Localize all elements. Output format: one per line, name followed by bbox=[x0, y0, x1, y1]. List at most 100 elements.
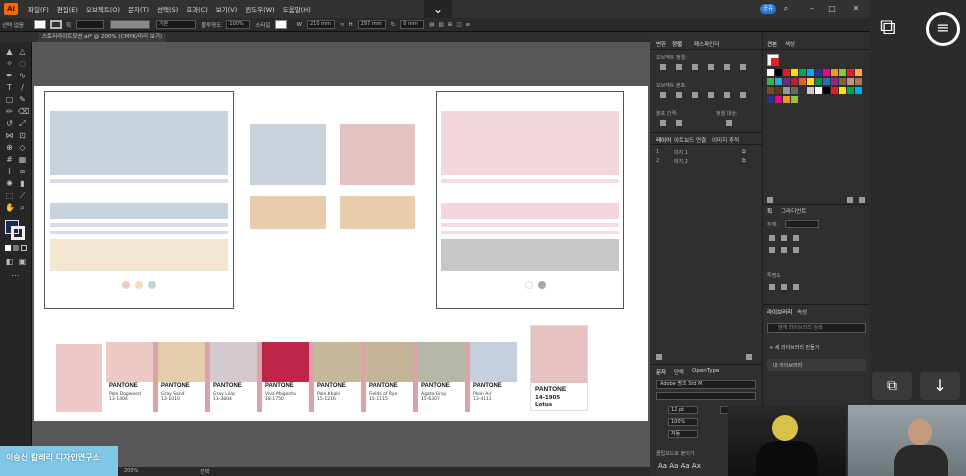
rectangle-tool-icon[interactable]: □ bbox=[5, 95, 14, 104]
tracking-field[interactable]: 자동 bbox=[668, 430, 698, 438]
library-search-input[interactable]: 현재 라이브러리 검색 bbox=[767, 323, 866, 333]
my-library-item[interactable]: 내 라이브러리 bbox=[767, 359, 866, 371]
swatch-cell[interactable] bbox=[823, 69, 830, 76]
menu-window[interactable]: 윈도우(W) bbox=[241, 4, 278, 14]
swatch-cell[interactable] bbox=[775, 87, 782, 94]
magic-wand-tool-icon[interactable]: ✧ bbox=[5, 59, 14, 68]
swatch-cell[interactable] bbox=[839, 78, 846, 85]
color-bar[interactable] bbox=[50, 231, 228, 234]
tab-libraries[interactable]: 라이브러리 bbox=[767, 308, 792, 316]
menu-view[interactable]: 보기(V) bbox=[212, 4, 241, 14]
font-family-field[interactable]: Adobe 명조 Std M bbox=[656, 380, 756, 389]
document-tab[interactable]: 스토리라이트모션.ai* @ 200% (CMYK/미리 보기) bbox=[38, 33, 167, 42]
pantone-card[interactable]: PANTONE Viva Magenta 18-1750 bbox=[262, 342, 309, 412]
delete-swatch-icon[interactable] bbox=[859, 197, 865, 203]
shape-builder-tool-icon[interactable]: ⊕ bbox=[5, 143, 14, 152]
page-dot[interactable] bbox=[122, 281, 130, 289]
align-left-icon[interactable] bbox=[660, 64, 666, 70]
direct-selection-tool-icon[interactable]: △ bbox=[18, 47, 27, 56]
swatch-rect[interactable] bbox=[250, 196, 326, 229]
slice-tool-icon[interactable]: ⟋ bbox=[18, 191, 27, 200]
pantone-card[interactable]: PANTONE Fields of Rye 15-1115 bbox=[366, 342, 413, 412]
pantone-card[interactable]: PANTONE Pale Khaki 15-1216 bbox=[314, 342, 361, 412]
swatch-cell[interactable] bbox=[815, 69, 822, 76]
swatch-grid[interactable] bbox=[767, 69, 867, 105]
edit-toolbar-icon[interactable]: ⋯ bbox=[11, 271, 20, 280]
layer-options-icon[interactable]: ⧉ bbox=[742, 158, 746, 164]
spacing-vertical-icon[interactable] bbox=[660, 120, 666, 126]
swatch-cell[interactable] bbox=[791, 87, 798, 94]
pen-tool-icon[interactable]: ✒ bbox=[5, 71, 14, 80]
cap-round-icon[interactable] bbox=[781, 235, 787, 241]
tab-artboards[interactable]: 아트보드 bbox=[674, 136, 694, 144]
lead-swatch[interactable] bbox=[56, 344, 102, 412]
tab-stroke[interactable]: 획 bbox=[767, 207, 772, 215]
swatch-cell[interactable] bbox=[775, 78, 782, 85]
stroke-weight-input[interactable] bbox=[785, 220, 819, 228]
swatch-cell[interactable] bbox=[767, 96, 774, 103]
align-right-icon[interactable] bbox=[692, 64, 698, 70]
menu-object[interactable]: 오브젝트(O) bbox=[82, 4, 124, 14]
swatch-cell[interactable] bbox=[839, 87, 846, 94]
swatch-cell[interactable] bbox=[767, 69, 774, 76]
style-swatch[interactable] bbox=[274, 20, 287, 29]
swatch-cell[interactable] bbox=[767, 87, 774, 94]
menu-help[interactable]: 도움말(H) bbox=[279, 4, 315, 14]
gradient-tool-icon[interactable]: ▦ bbox=[18, 155, 27, 164]
selection-tool-icon[interactable]: ▲ bbox=[5, 47, 14, 56]
opacity-field[interactable]: 100% bbox=[226, 20, 251, 29]
distribute-left-icon[interactable] bbox=[708, 92, 714, 98]
spacing-horizontal-icon[interactable] bbox=[676, 120, 682, 126]
page-dot[interactable] bbox=[148, 281, 156, 289]
swatch-cell[interactable] bbox=[815, 78, 822, 85]
windows-icon[interactable]: ⧉ bbox=[880, 14, 912, 42]
curvature-tool-icon[interactable]: ∿ bbox=[18, 71, 27, 80]
hand-tool-icon[interactable]: ✋ bbox=[5, 203, 15, 212]
stroke-swatch[interactable] bbox=[50, 20, 62, 29]
rotate-tool-icon[interactable]: ↺ bbox=[5, 119, 14, 128]
distribute-top-icon[interactable] bbox=[660, 92, 666, 98]
swatch-cell[interactable] bbox=[783, 78, 790, 85]
width-field[interactable]: 210 mm bbox=[306, 20, 335, 29]
align-to-icon[interactable] bbox=[726, 120, 732, 126]
menu-type[interactable]: 문자(T) bbox=[124, 4, 153, 14]
swatch-cell[interactable] bbox=[855, 69, 862, 76]
tab-image-trace[interactable]: 이미지 추적 bbox=[712, 136, 739, 144]
screen-mode-icon[interactable]: ▣ bbox=[18, 257, 27, 266]
tab-paragraph[interactable]: 단락 bbox=[674, 368, 684, 376]
type-tool-icon[interactable]: T bbox=[5, 83, 14, 92]
tab-color[interactable]: 색상 bbox=[785, 40, 795, 48]
tab-links[interactable]: 연결 bbox=[696, 136, 706, 144]
color-mode-icon[interactable] bbox=[5, 245, 11, 251]
align-icon[interactable]: ▤ bbox=[429, 22, 434, 28]
swatch-rect[interactable] bbox=[250, 124, 326, 185]
share-button[interactable]: 공유 bbox=[760, 4, 776, 14]
color-bar[interactable] bbox=[441, 179, 619, 183]
swatch-cell[interactable] bbox=[783, 69, 790, 76]
color-bar[interactable] bbox=[50, 223, 228, 227]
swatch-cell[interactable] bbox=[823, 78, 830, 85]
pantone-card[interactable]: PANTONE Gray Lilac 13-3804 bbox=[210, 342, 257, 412]
color-bar[interactable] bbox=[50, 179, 228, 183]
page-dot[interactable] bbox=[538, 281, 546, 289]
align-bottom-icon[interactable] bbox=[740, 64, 746, 70]
color-block[interactable] bbox=[441, 111, 619, 175]
menu-file[interactable]: 파일(F) bbox=[24, 4, 53, 14]
zoom-level[interactable]: 200% bbox=[124, 468, 138, 474]
stroke-weight-field[interactable] bbox=[76, 20, 105, 29]
line-tool-icon[interactable]: / bbox=[18, 83, 27, 92]
align-top-icon[interactable] bbox=[708, 64, 714, 70]
swatch-cell[interactable] bbox=[775, 69, 782, 76]
swatch-cell[interactable] bbox=[783, 87, 790, 94]
color-bar[interactable] bbox=[441, 223, 619, 227]
swatch-cell[interactable] bbox=[823, 87, 830, 94]
mask-icon[interactable] bbox=[793, 284, 799, 290]
link-icon[interactable]: ∞ bbox=[340, 22, 345, 28]
tab-transform[interactable]: 변환 bbox=[656, 40, 666, 48]
menu-edit[interactable]: 편집(E) bbox=[53, 4, 82, 14]
width-tool-icon[interactable]: ⋈ bbox=[5, 131, 14, 140]
color-block[interactable] bbox=[50, 203, 228, 219]
zoom-tool-icon[interactable]: ⌕ bbox=[18, 203, 27, 212]
swatch-cell[interactable] bbox=[847, 78, 854, 85]
tab-layers[interactable]: 레이어 bbox=[656, 136, 671, 144]
